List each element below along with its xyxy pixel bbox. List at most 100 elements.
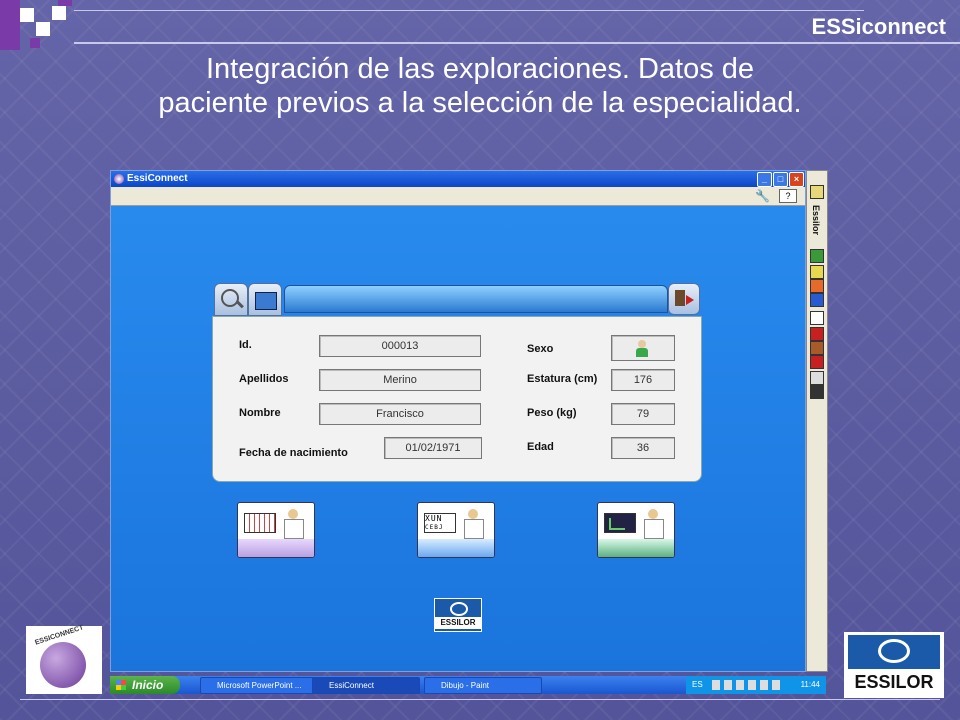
edad-field[interactable]: 36: [611, 437, 675, 459]
male-person-icon: [638, 340, 646, 348]
decor-square-3: [36, 22, 50, 36]
doctor-icon: [280, 509, 306, 539]
essilor-small-text: ESSILOR: [435, 617, 481, 629]
window-title: EssiConnect: [127, 173, 188, 184]
top-divider-thin: [74, 10, 864, 11]
app-icon-red[interactable]: [810, 327, 824, 341]
app-icon-wheel[interactable]: [810, 341, 824, 355]
exit-icon: [675, 290, 685, 306]
doctor-head: [648, 509, 658, 519]
button-strip-blue: [418, 539, 494, 557]
help-button[interactable]: ?: [779, 189, 797, 203]
peso-field[interactable]: 79: [611, 403, 675, 425]
apellidos-field[interactable]: Merino: [319, 369, 481, 391]
magnifier-icon: [221, 289, 239, 307]
decor-square-6: [58, 0, 72, 6]
task-paint[interactable]: Dibujo - Paint: [424, 677, 542, 694]
id-label: Id.: [239, 339, 252, 351]
patient-data-card: Id. 000013 Apellidos Merino Nombre Franc…: [212, 316, 702, 482]
window-titlebar: EssiConnect _ □ ×: [111, 171, 805, 187]
top-divider: [74, 42, 960, 44]
doctor-coat: [644, 519, 664, 539]
specialty-button-1[interactable]: [237, 502, 315, 558]
maximize-button[interactable]: □: [773, 172, 788, 187]
peso-label: Peso (kg): [527, 407, 577, 419]
doctor-head: [288, 509, 298, 519]
patient-card-header: [214, 283, 700, 316]
edad-label: Edad: [527, 441, 554, 453]
estatura-field[interactable]: 176: [611, 369, 675, 391]
language-indicator[interactable]: ES: [692, 676, 703, 694]
app-icon-dark[interactable]: [810, 385, 824, 399]
chart-icon[interactable]: [810, 265, 824, 279]
essilor-swirl-icon: [450, 602, 468, 616]
windows-logo-icon: [116, 680, 126, 690]
side-toolbar-label: Essilor: [811, 205, 821, 236]
fecha-nacimiento-field[interactable]: 01/02/1971: [384, 437, 482, 459]
minimize-button[interactable]: _: [757, 172, 772, 187]
essilor-logo-small: ESSILOR: [434, 598, 482, 632]
app-icon: [114, 174, 124, 184]
acuity-chart-icon: XUN CEBJ: [424, 513, 456, 533]
system-tray: ES 11:44: [686, 676, 826, 694]
decor-square-5: [30, 38, 40, 48]
header-bar: [284, 285, 668, 313]
note-icon[interactable]: [810, 311, 824, 325]
side-toolbar: Essilor: [806, 170, 828, 672]
wrench-icon[interactable]: 🔧: [755, 189, 770, 203]
decor-square-4: [52, 6, 66, 20]
apellidos-label: Apellidos: [239, 373, 289, 385]
task-powerpoint[interactable]: Microsoft PowerPoint ...: [200, 677, 318, 694]
essilor-logo: ESSILOR: [844, 632, 944, 698]
button-strip-purple: [238, 539, 314, 557]
excel-icon[interactable]: [810, 249, 824, 263]
sexo-field[interactable]: [611, 335, 675, 361]
id-field[interactable]: 000013: [319, 335, 481, 357]
doctor-icon: [640, 509, 666, 539]
specialty-button-3[interactable]: [597, 502, 675, 558]
male-person-body: [636, 348, 648, 357]
doctor-head: [468, 509, 478, 519]
chart-grid-icon: [244, 513, 276, 533]
globe-icon: [40, 642, 86, 688]
exit-button[interactable]: [668, 283, 700, 315]
acuity-row1: XUN: [425, 514, 443, 523]
doctor-coat: [464, 519, 484, 539]
start-button[interactable]: Inicio: [110, 676, 180, 694]
estatura-label: Estatura (cm): [527, 373, 598, 385]
sexo-label: Sexo: [527, 343, 554, 355]
folder-icon[interactable]: [810, 185, 824, 199]
tab-search[interactable]: [214, 283, 248, 316]
graph-curve: [609, 518, 625, 530]
tray-icons: [712, 680, 784, 690]
slide-title: Integración de las exploraciones. Datos …: [0, 52, 960, 120]
app-icon-triangle[interactable]: [810, 371, 824, 385]
patient-card-icon: [255, 292, 277, 310]
clock: 11:44: [800, 680, 820, 689]
decor-square-1: [0, 0, 20, 50]
tab-patient[interactable]: [248, 283, 282, 316]
essiconnect-logo: ESSICONNECT: [26, 624, 102, 694]
magnifier-handle: [236, 300, 244, 309]
window-menubar: 🔧 ?: [111, 187, 805, 206]
exit-arrow: [686, 295, 694, 305]
bottom-divider: [20, 699, 940, 700]
slide-title-line1: Integración de las exploraciones. Datos …: [205, 53, 755, 85]
task-essiconnect[interactable]: EssiConnect: [312, 677, 420, 694]
essilor-swirl-icon: [878, 639, 910, 663]
word-icon[interactable]: [810, 293, 824, 307]
essilor-logo-inner: ESSILOR: [848, 635, 940, 695]
slide-title-line2: paciente previos a la selección de la es…: [158, 87, 802, 119]
decor-square-2: [20, 8, 34, 22]
button-strip-green: [598, 539, 674, 557]
brand-title: ESSiconnect: [811, 14, 946, 39]
acuity-row2: CEBJ: [425, 524, 444, 531]
graph-screen-icon: [604, 513, 636, 533]
close-button[interactable]: ×: [789, 172, 804, 187]
windows-taskbar: Inicio Microsoft PowerPoint ... EssiConn…: [110, 676, 826, 694]
powerpoint-icon[interactable]: [810, 279, 824, 293]
nombre-field[interactable]: Francisco: [319, 403, 481, 425]
app-icon-red2[interactable]: [810, 355, 824, 369]
specialty-button-2[interactable]: XUN CEBJ: [417, 502, 495, 558]
start-label: Inicio: [132, 678, 164, 692]
